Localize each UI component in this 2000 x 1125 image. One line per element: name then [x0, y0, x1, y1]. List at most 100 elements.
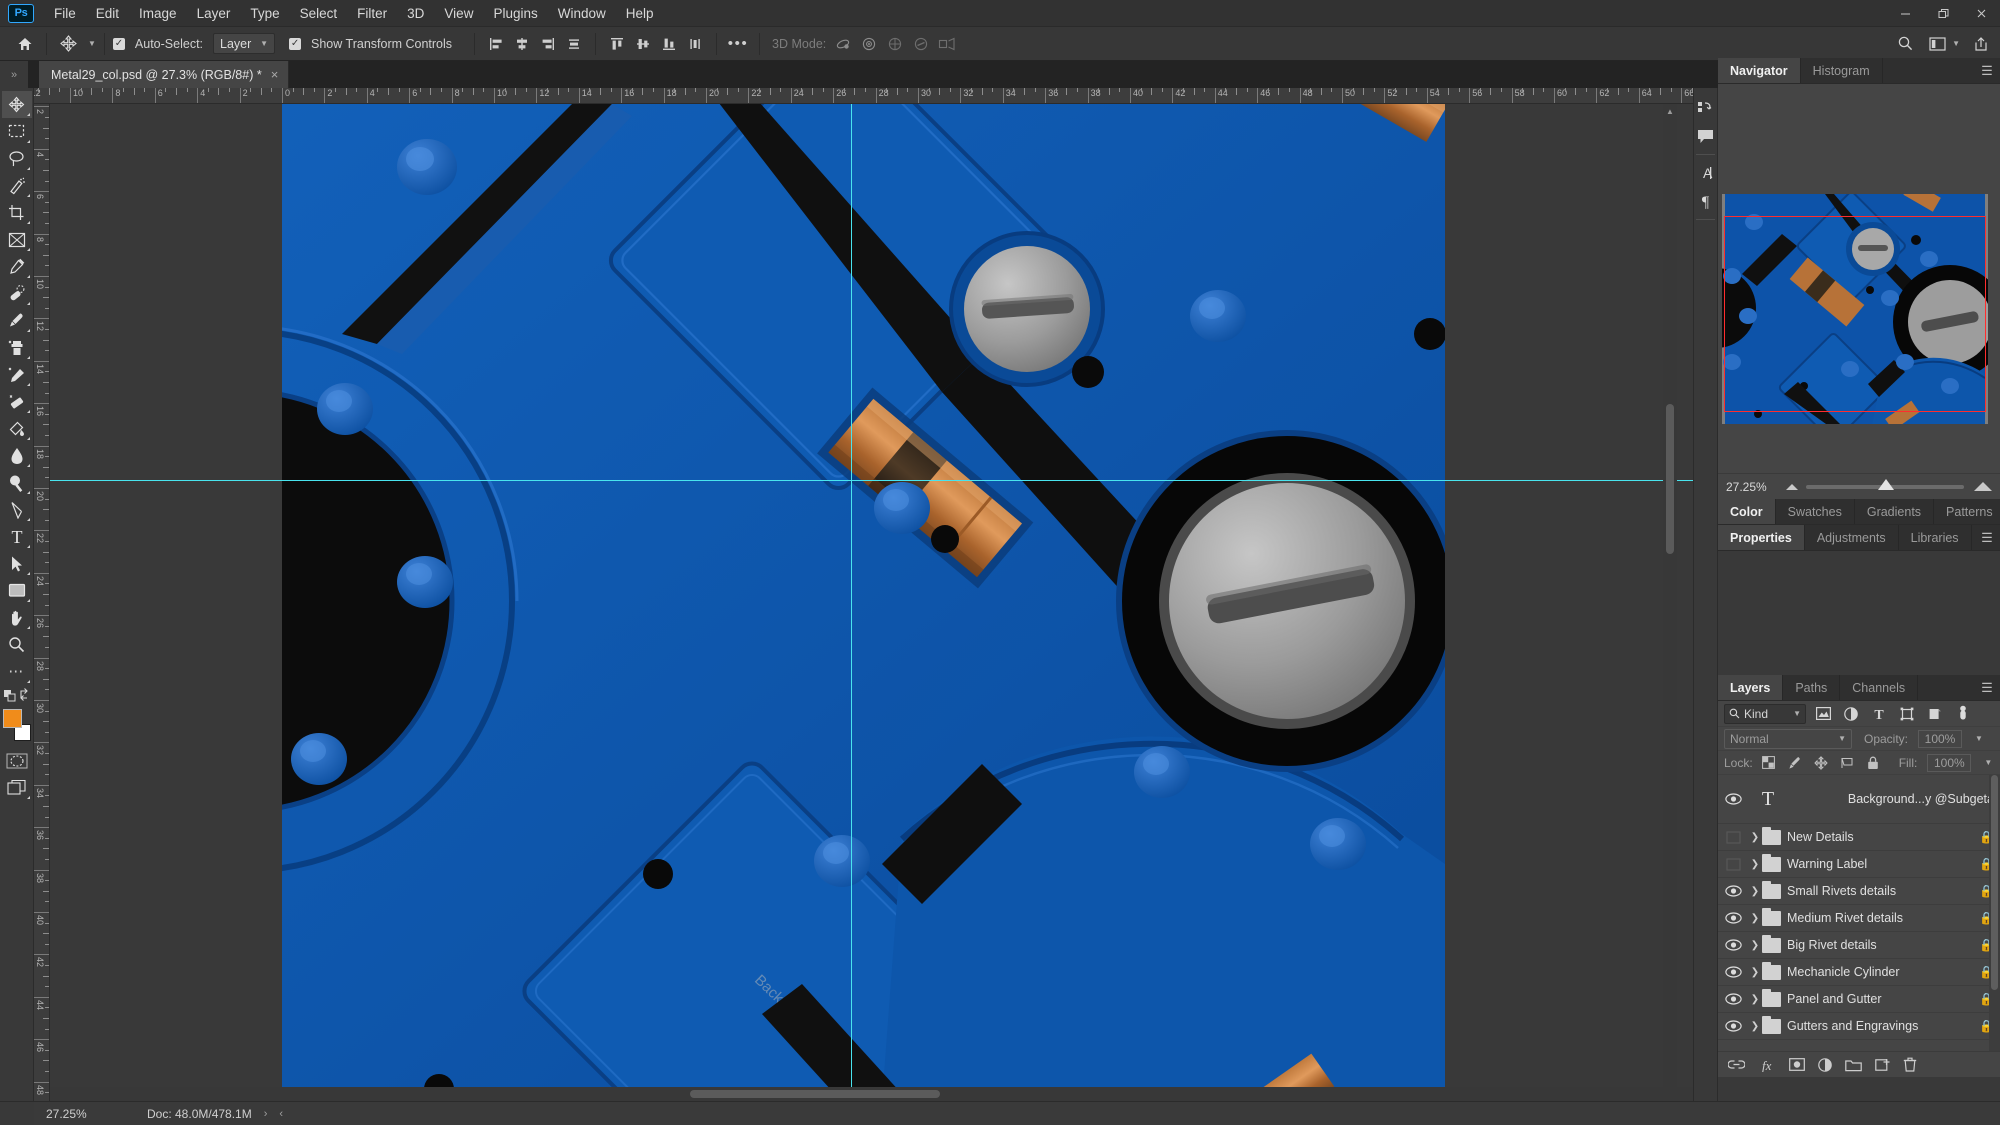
chevron-down-icon[interactable]: ▼	[1952, 39, 1960, 48]
expand-group-chevron-icon[interactable]: ❯	[1748, 994, 1762, 1005]
expand-group-chevron-icon[interactable]: ❯	[1748, 1021, 1762, 1032]
object-selection-tool[interactable]	[2, 172, 32, 199]
blur-tool[interactable]	[2, 442, 32, 469]
clone-stamp-tool[interactable]	[2, 334, 32, 361]
layer-visibility-toggle[interactable]	[1718, 912, 1748, 924]
eyedropper-tool[interactable]	[2, 253, 32, 280]
close-icon[interactable]	[1962, 0, 2000, 27]
navigator-zoom-value[interactable]: 27.25%	[1718, 480, 1780, 494]
expand-group-chevron-icon[interactable]: ❯	[1748, 859, 1762, 870]
layer-visibility-toggle[interactable]	[1718, 885, 1748, 897]
align-left-edges-icon[interactable]	[483, 31, 509, 57]
history-icon[interactable]	[1694, 94, 1717, 122]
paragraph-icon[interactable]: ¶	[1694, 187, 1717, 215]
layer-visibility-toggle[interactable]	[1718, 966, 1748, 978]
tab-histogram[interactable]: Histogram	[1800, 58, 1883, 83]
layer-visibility-toggle[interactable]	[1718, 939, 1748, 951]
hand-tool[interactable]	[2, 604, 32, 631]
menu-3d[interactable]: 3D	[397, 2, 434, 25]
pan-3d-icon[interactable]	[882, 31, 908, 57]
zoom-slider[interactable]	[1806, 478, 1964, 490]
align-right-edges-icon[interactable]	[535, 31, 561, 57]
tab-layers[interactable]: Layers	[1718, 675, 1784, 700]
color-swatches[interactable]	[2, 709, 32, 741]
layer-style-icon[interactable]: fx	[1758, 1058, 1776, 1072]
canvas-horizontal-scrollbar[interactable]	[50, 1087, 1706, 1101]
table-row[interactable]: ❯ Warning Label 🔒	[1718, 851, 2000, 878]
delete-layer-icon[interactable]	[1903, 1057, 1917, 1072]
table-row[interactable]: ❯ Medium Rivet details 🔒	[1718, 905, 2000, 932]
canvas-viewport[interactable]: Background Remake by @Subgeta	[50, 104, 1706, 1101]
filter-type-icon[interactable]: T	[1868, 704, 1890, 724]
tab-swatches[interactable]: Swatches	[1775, 499, 1855, 524]
panel-menu-icon[interactable]: ☰	[1974, 58, 2000, 83]
horizontal-guide[interactable]	[50, 480, 1706, 481]
opacity-slider-chevron-icon[interactable]: ▼	[1975, 734, 1983, 743]
home-icon[interactable]	[12, 31, 38, 57]
lasso-tool[interactable]	[2, 145, 32, 172]
filter-adjustment-icon[interactable]	[1840, 704, 1862, 724]
tab-navigator[interactable]: Navigator	[1718, 58, 1801, 83]
table-row[interactable]: ❯ Gutters and Engravings 🔒	[1718, 1013, 2000, 1040]
table-row[interactable]: ❯ Panel and Gutter 🔒	[1718, 986, 2000, 1013]
link-layers-icon[interactable]	[1728, 1059, 1745, 1070]
filter-pixel-icon[interactable]	[1812, 704, 1834, 724]
document-tab[interactable]: Metal29_col.psd @ 27.3% (RGB/8#) * ×	[39, 61, 290, 88]
adjustment-layer-icon[interactable]	[1818, 1057, 1832, 1072]
artboard[interactable]: Background Remake by @Subgeta	[282, 104, 1445, 1101]
healing-brush-tool[interactable]	[2, 280, 32, 307]
more-options-icon[interactable]: •••	[725, 31, 751, 57]
new-layer-icon[interactable]	[1875, 1058, 1890, 1072]
opacity-value[interactable]: 100%	[1918, 729, 1963, 748]
move-tool-chevron-icon[interactable]: ▼	[88, 39, 96, 48]
menu-file[interactable]: File	[44, 2, 86, 25]
menu-type[interactable]: Type	[240, 2, 289, 25]
navigator-thumbnail[interactable]	[1722, 194, 1988, 424]
scroll-up-icon[interactable]: ▲	[1663, 104, 1677, 118]
show-transform-checkbox[interactable]: ✓	[289, 37, 302, 50]
search-icon[interactable]	[1892, 31, 1918, 57]
eraser-tool[interactable]	[2, 388, 32, 415]
scrollbar-thumb[interactable]	[1666, 404, 1674, 554]
path-selection-tool[interactable]	[2, 550, 32, 577]
menu-filter[interactable]: Filter	[347, 2, 397, 25]
expand-group-chevron-icon[interactable]: ❯	[1748, 913, 1762, 924]
menu-select[interactable]: Select	[290, 2, 348, 25]
zoom-out-mountain-icon[interactable]	[1786, 483, 1798, 490]
edit-toolbar-tool[interactable]: ⋯	[2, 658, 32, 685]
table-row[interactable]: ❯ Small Rivets details 🔒	[1718, 878, 2000, 905]
tab-libraries[interactable]: Libraries	[1898, 525, 1972, 550]
scrollbar-thumb[interactable]	[1991, 775, 1998, 990]
close-icon[interactable]: ×	[271, 67, 279, 82]
layer-visibility-toggle[interactable]	[1718, 793, 1748, 805]
menu-window[interactable]: Window	[548, 2, 616, 25]
status-zoom-level[interactable]: 27.25%	[34, 1107, 129, 1121]
collapse-panels-icon[interactable]: »	[0, 61, 28, 88]
notes-icon[interactable]	[1694, 122, 1717, 150]
type-tool[interactable]: T	[2, 523, 32, 550]
slide-3d-icon[interactable]	[908, 31, 934, 57]
roll-3d-icon[interactable]	[856, 31, 882, 57]
zoom-slider-knob[interactable]	[1878, 478, 1894, 490]
rectangle-tool[interactable]	[2, 577, 32, 604]
expand-group-chevron-icon[interactable]: ❯	[1748, 940, 1762, 951]
menu-edit[interactable]: Edit	[86, 2, 129, 25]
tab-gradients[interactable]: Gradients	[1854, 499, 1935, 524]
restore-icon[interactable]	[1924, 0, 1962, 27]
crop-tool[interactable]	[2, 199, 32, 226]
zoom-in-mountain-icon[interactable]	[1974, 482, 1992, 491]
status-collapse-icon[interactable]: ‹	[279, 1108, 283, 1120]
tab-paths[interactable]: Paths	[1783, 675, 1841, 700]
scale-3d-icon[interactable]	[934, 31, 960, 57]
canvas-vertical-scrollbar[interactable]: ▲ ▼	[1663, 104, 1677, 1101]
menu-help[interactable]: Help	[616, 2, 664, 25]
filter-smart-object-icon[interactable]	[1924, 704, 1946, 724]
rectangular-marquee-tool[interactable]	[2, 118, 32, 145]
lock-position-icon[interactable]	[1811, 754, 1831, 772]
status-expand-icon[interactable]: ›	[264, 1108, 268, 1120]
align-top-edges-icon[interactable]	[604, 31, 630, 57]
lock-all-icon[interactable]	[1863, 754, 1883, 772]
menu-view[interactable]: View	[434, 2, 483, 25]
screen-mode-icon[interactable]	[2, 774, 32, 801]
menu-image[interactable]: Image	[129, 2, 187, 25]
